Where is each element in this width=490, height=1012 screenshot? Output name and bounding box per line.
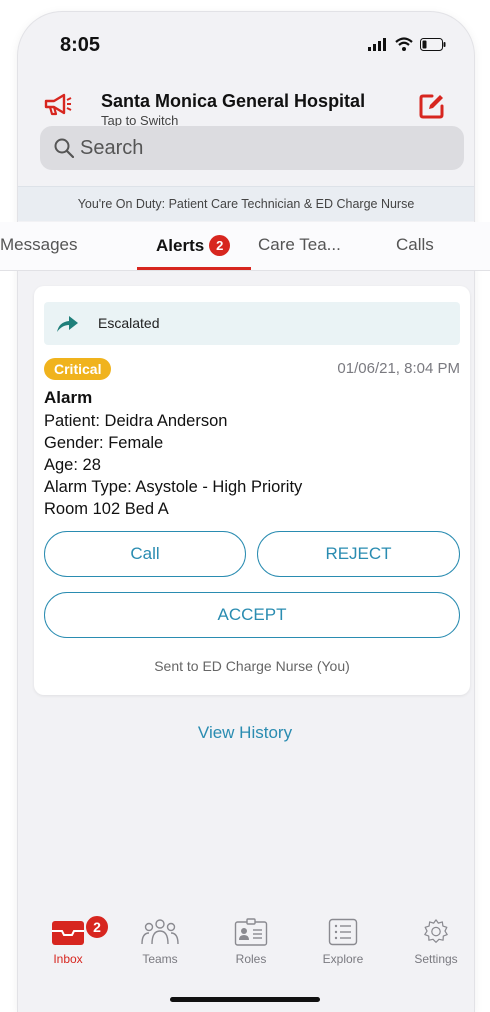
- bottom-tab-bar: Inbox Teams Roles Explore Settings: [0, 918, 490, 974]
- megaphone-icon[interactable]: [44, 92, 72, 118]
- reject-button[interactable]: REJECT: [257, 531, 460, 577]
- severity-badge: Critical: [44, 358, 112, 380]
- patient-name: Patient: Deidra Anderson: [44, 412, 228, 430]
- roles-icon: [234, 918, 268, 946]
- tabbar-settings-label: Settings: [414, 952, 458, 966]
- escalation-banner: Escalated: [44, 302, 460, 345]
- alert-card[interactable]: Escalated Critical 01/06/21, 8:04 PM Ala…: [34, 286, 470, 695]
- explore-icon: [328, 918, 358, 946]
- inbox-icon: [52, 921, 84, 945]
- inbox-count-badge: 2: [84, 914, 110, 940]
- alert-timestamp: 01/06/21, 8:04 PM: [337, 360, 460, 377]
- duty-banner: You're On Duty: Patient Care Technician …: [18, 186, 474, 221]
- tabbar-settings[interactable]: Settings: [396, 918, 476, 966]
- search-bar[interactable]: Search: [40, 126, 464, 170]
- home-indicator[interactable]: [170, 997, 320, 1002]
- call-button[interactable]: Call: [44, 531, 246, 577]
- compose-icon[interactable]: [419, 93, 445, 119]
- tab-alerts-label: Alerts: [156, 236, 205, 255]
- battery-icon: [420, 37, 446, 51]
- active-tab-indicator: [137, 267, 251, 270]
- sent-to-label: Sent to ED Charge Nurse (You): [154, 658, 350, 674]
- escalation-label: Escalated: [98, 315, 160, 331]
- tabbar-teams[interactable]: Teams: [120, 918, 200, 966]
- alerts-count-badge: 2: [209, 235, 231, 256]
- tab-care-team[interactable]: Care Tea...: [258, 235, 341, 255]
- status-icons: [368, 37, 446, 51]
- room-bed: Room 102 Bed A: [44, 500, 169, 518]
- patient-age: Age: 28: [44, 456, 101, 474]
- header: Santa Monica General Hospital Tap to Swi…: [18, 74, 474, 134]
- wifi-icon: [395, 37, 413, 51]
- settings-icon: [424, 919, 448, 943]
- view-history-link[interactable]: View History: [0, 723, 490, 743]
- tabbar-roles[interactable]: Roles: [211, 918, 291, 966]
- alarm-type: Alarm Type: Asystole - High Priority: [44, 478, 303, 496]
- tab-messages[interactable]: Messages: [0, 235, 77, 255]
- tabbar-roles-label: Roles: [235, 952, 267, 966]
- status-bar: 8:05: [18, 12, 474, 66]
- search-input[interactable]: Search: [80, 137, 143, 160]
- teams-icon: [141, 919, 179, 945]
- tab-alerts[interactable]: Alerts 2: [156, 235, 231, 256]
- status-time: 8:05: [60, 34, 101, 56]
- signal-icon: [368, 37, 386, 51]
- alert-title: Alarm: [44, 388, 93, 407]
- tabbar-teams-label: Teams: [142, 952, 178, 966]
- hospital-name[interactable]: Santa Monica General Hospital: [101, 91, 365, 112]
- tabbar-explore[interactable]: Explore: [303, 918, 383, 966]
- search-icon: [54, 138, 74, 158]
- tabbar-inbox-label: Inbox: [53, 952, 83, 966]
- patient-gender: Gender: Female: [44, 434, 164, 452]
- tabbar-explore-label: Explore: [322, 952, 364, 966]
- tab-calls[interactable]: Calls: [396, 235, 434, 255]
- tab-strip: Messages Alerts 2 Care Tea... Calls: [0, 222, 490, 271]
- accept-button[interactable]: ACCEPT: [44, 592, 460, 638]
- escalate-arrow-icon: [57, 316, 78, 332]
